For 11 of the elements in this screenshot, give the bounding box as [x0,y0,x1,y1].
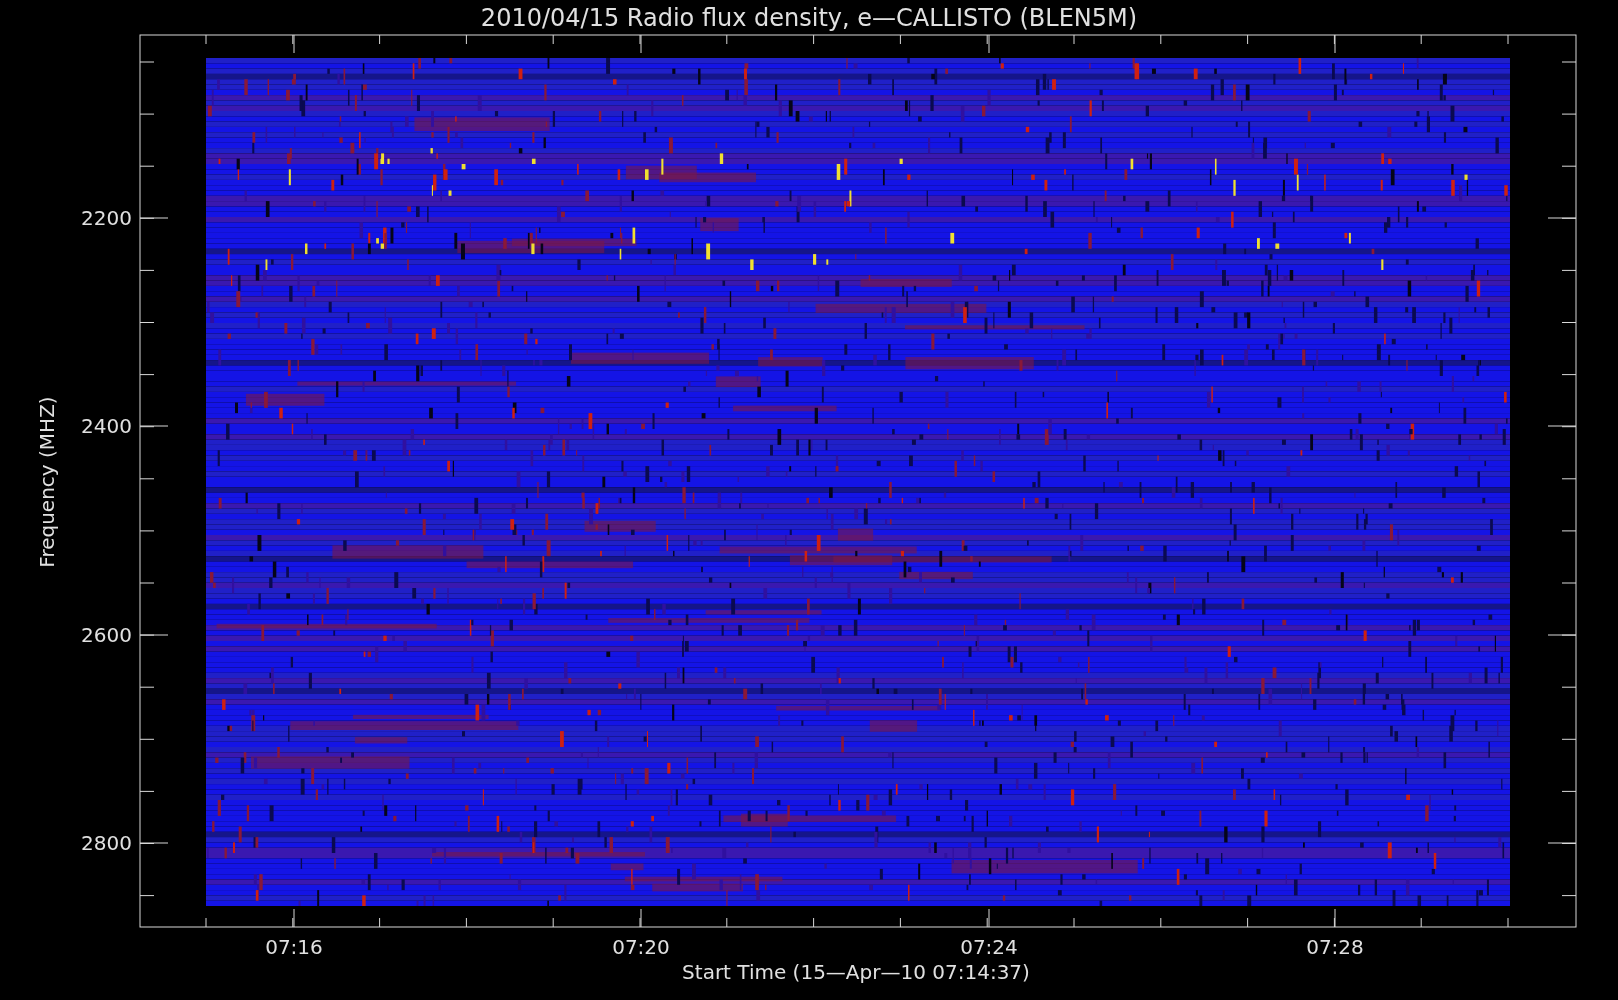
x-tick-label: 07:16 [265,935,323,959]
chart-title: 2010/04/15 Radio flux density, e—CALLISTO (BLEN5M) [480,4,1138,32]
x-tick-label: 07:24 [960,935,1018,959]
y-axis-label: Frequency (MHZ) [35,396,59,568]
y-tick-label: 2200 [81,206,132,230]
x-tick-label: 07:20 [612,935,670,959]
x-axis-label: Start Time (15—Apr—10 07:14:37) [682,960,1030,984]
y-tick-label: 2800 [81,831,132,855]
x-tick-label: 07:28 [1306,935,1364,959]
y-tick-label: 2600 [81,623,132,647]
y-tick-label: 2400 [81,414,132,438]
